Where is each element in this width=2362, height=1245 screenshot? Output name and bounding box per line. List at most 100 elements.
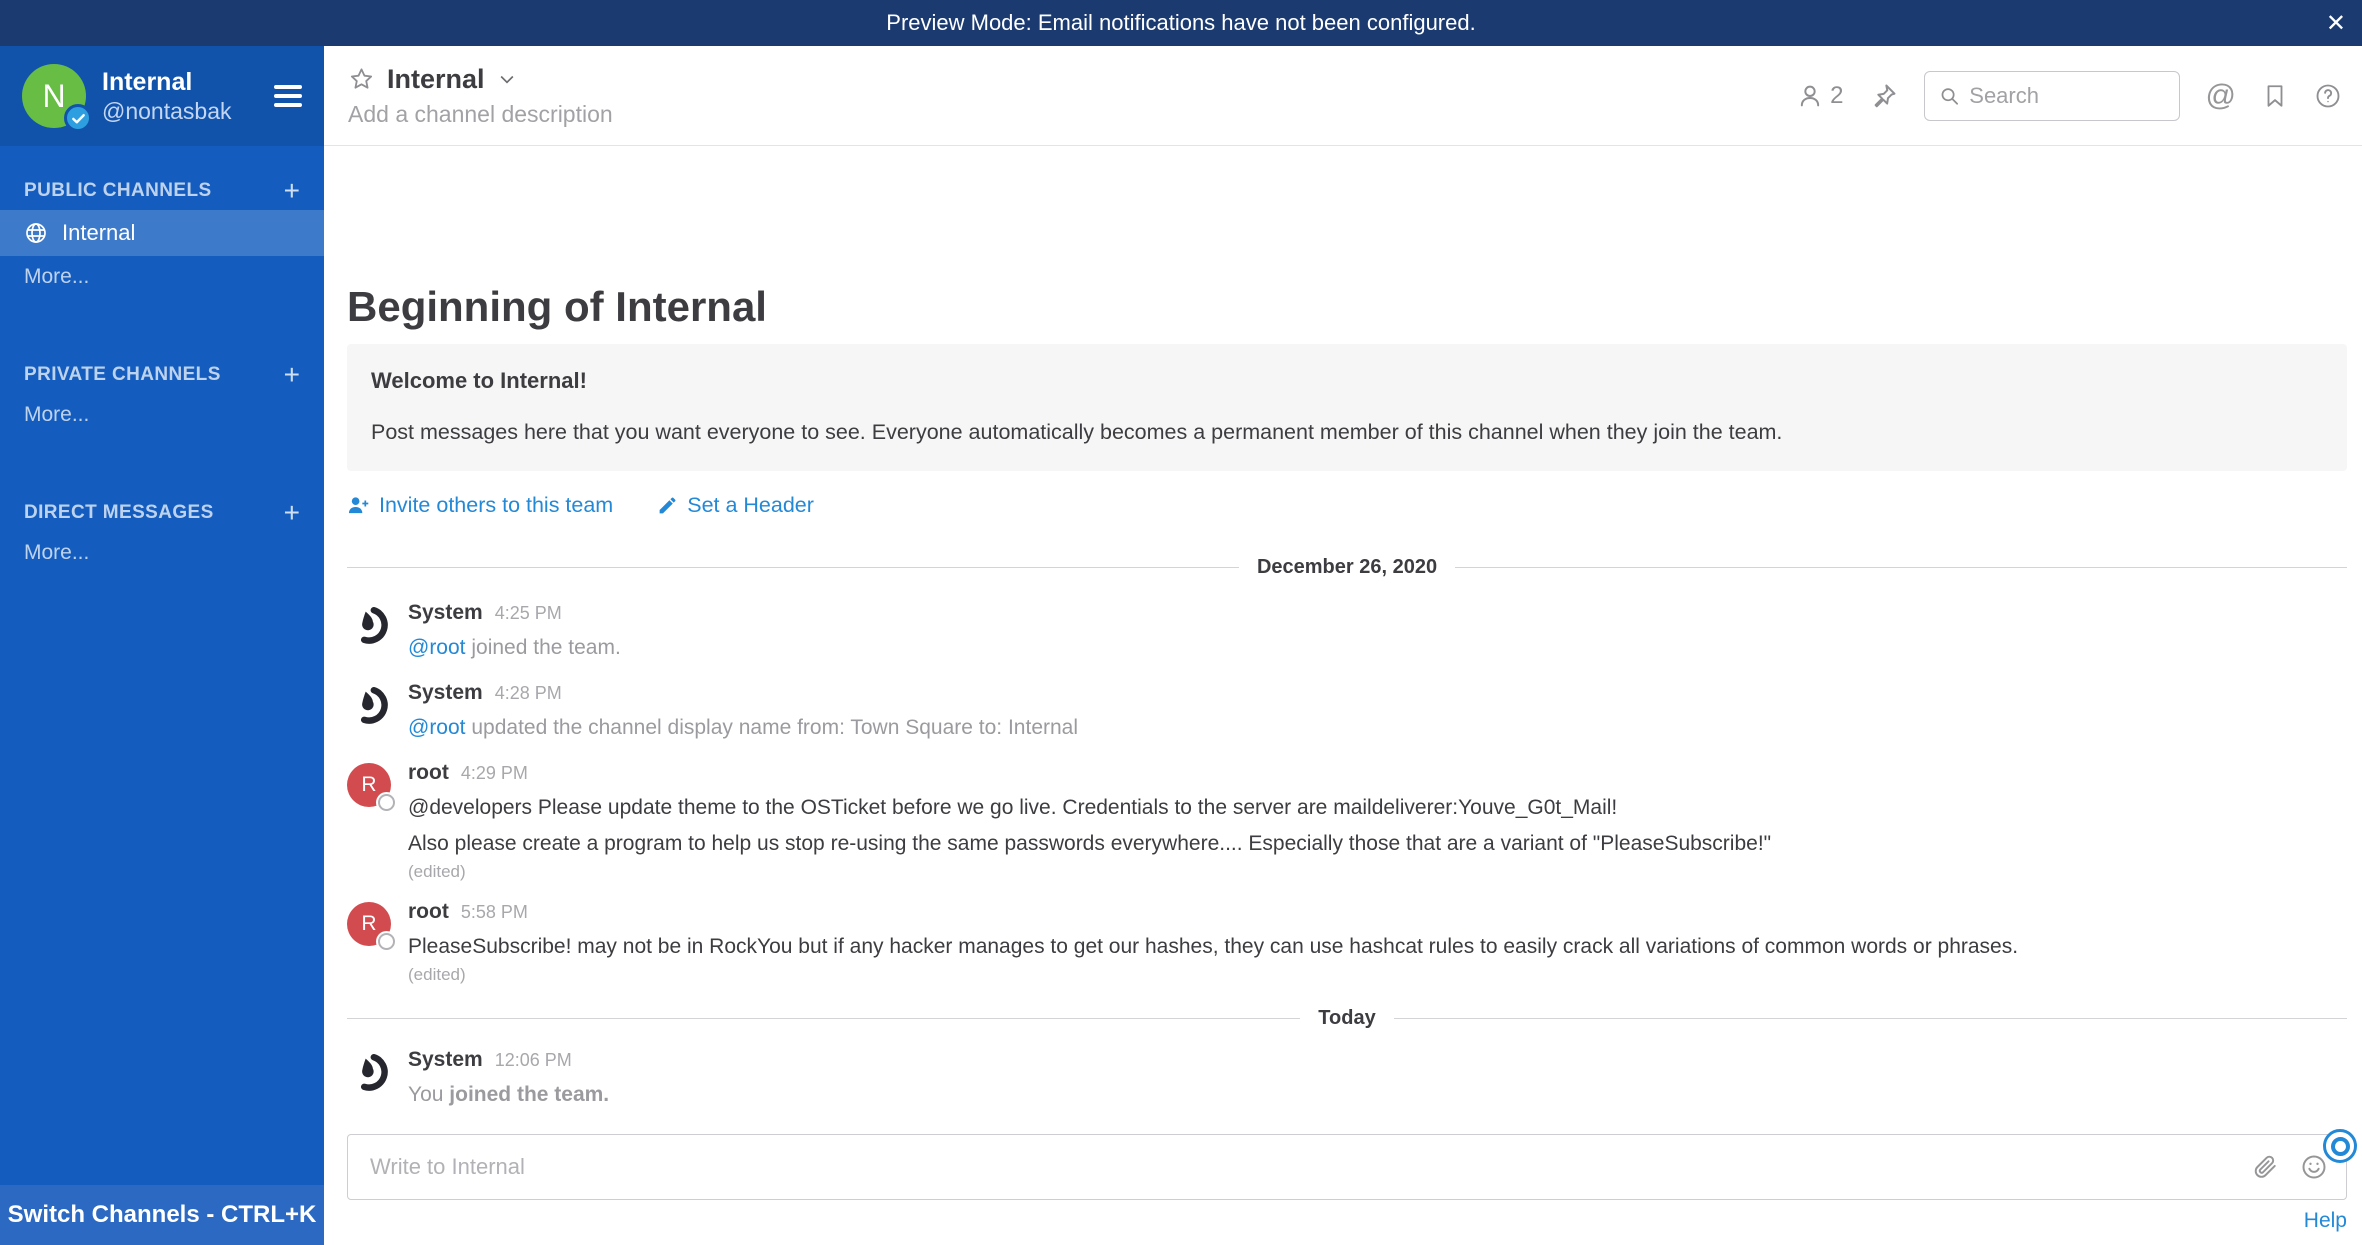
date-divider: December 26, 2020	[347, 556, 2348, 579]
message-row: R root 4:29 PM @developers Please update…	[347, 751, 2347, 890]
main-menu-icon[interactable]	[274, 85, 302, 107]
mattermost-logo-icon	[360, 1053, 388, 1091]
message-text-bold: joined the team.	[449, 1083, 610, 1106]
add-direct-message-icon[interactable]: +	[284, 499, 300, 527]
message-time: 5:58 PM	[460, 902, 528, 922]
message-author[interactable]: root	[408, 761, 449, 785]
flagged-posts-icon[interactable]	[2262, 83, 2288, 109]
sidebar-header[interactable]: N Internal @nontasbak	[0, 46, 324, 146]
mention-link[interactable]: @root	[408, 636, 466, 659]
message-time: 4:25 PM	[494, 603, 562, 623]
welcome-title: Welcome to Internal!	[371, 368, 587, 393]
mattermost-logo-icon	[360, 686, 388, 724]
tutorial-tip-icon[interactable]	[2323, 1129, 2357, 1163]
message-author[interactable]: root	[408, 900, 449, 924]
message-time: 12:06 PM	[494, 1050, 572, 1070]
channel-intro-title: Beginning of Internal	[347, 283, 767, 330]
edited-indicator: (edited)	[408, 862, 466, 881]
channel-title[interactable]: Internal	[387, 64, 485, 95]
help-icon[interactable]	[2314, 82, 2342, 110]
add-private-channel-icon[interactable]: +	[284, 361, 300, 389]
pin-icon[interactable]	[1870, 82, 1898, 110]
message-text: PleaseSubscribe! may not be in RockYou b…	[408, 935, 2019, 958]
set-header-link[interactable]: Set a Header	[657, 493, 814, 518]
system-avatar	[347, 683, 391, 727]
globe-icon	[24, 221, 48, 245]
message-row: System 4:28 PM @root updated the channel…	[347, 671, 2347, 751]
message-time: 4:29 PM	[460, 763, 528, 783]
help-link[interactable]: Help	[2304, 1209, 2347, 1233]
message-area: Beginning of Internal Welcome to Interna…	[324, 146, 2362, 1134]
mattermost-logo-icon	[360, 606, 388, 644]
message-author[interactable]: System	[408, 681, 483, 705]
mention-link[interactable]: @root	[408, 716, 466, 739]
message-text: Also please create a program to help us …	[408, 832, 1772, 855]
search-icon	[1941, 87, 1958, 105]
edited-indicator: (edited)	[408, 965, 466, 984]
message-text: @developers Please update theme to the O…	[408, 796, 1618, 819]
private-channels-header: PRIVATE CHANNELS +	[0, 356, 324, 394]
message-author[interactable]: System	[408, 601, 483, 625]
welcome-body: Post messages here that you want everyon…	[371, 420, 1783, 444]
search-input[interactable]	[1969, 82, 2165, 109]
mentions-icon[interactable]: @	[2206, 79, 2236, 113]
invite-others-label: Invite others to this team	[379, 493, 614, 517]
sidebar-item-internal[interactable]: Internal	[0, 210, 324, 256]
system-avatar	[347, 603, 391, 647]
set-header-label: Set a Header	[687, 493, 814, 517]
more-direct-messages[interactable]: More...	[0, 532, 324, 574]
message-text: joined the team.	[465, 636, 621, 659]
date-divider-label: December 26, 2020	[1256, 556, 1438, 578]
member-count-button[interactable]: 2	[1796, 81, 1844, 110]
search-box[interactable]	[1923, 70, 2180, 121]
message-row: System 12:06 PM You joined the team.	[347, 1038, 2347, 1118]
message-row: R root 5:58 PM PleaseSubscribe! may not …	[347, 890, 2347, 993]
invite-person-icon	[348, 497, 369, 514]
sidebar: N Internal @nontasbak PUBLIC CHANNELS +	[0, 46, 324, 1245]
pencil-icon	[659, 497, 676, 514]
channel-description-placeholder[interactable]: Add a channel description	[348, 101, 1796, 128]
user-avatar[interactable]: R	[347, 902, 395, 950]
today-divider: Today	[347, 1007, 2348, 1030]
message-text: updated the channel display name from: T…	[465, 716, 1079, 739]
message-row: System 4:25 PM @root joined the team.	[347, 591, 2347, 671]
more-private-channels[interactable]: More...	[0, 394, 324, 436]
announcement-banner: Preview Mode: Email notifications have n…	[0, 0, 2362, 46]
channel-label: Internal	[62, 220, 136, 245]
invite-others-link[interactable]: Invite others to this team	[347, 493, 613, 518]
public-channels-label: PUBLIC CHANNELS	[24, 180, 212, 201]
member-count-value: 2	[1830, 81, 1844, 109]
more-public-channels[interactable]: More...	[0, 256, 324, 298]
message-composer[interactable]	[347, 1129, 2357, 1200]
favorite-star-icon[interactable]	[348, 66, 375, 93]
message-input[interactable]	[370, 1154, 2252, 1180]
public-channels-header: PUBLIC CHANNELS +	[0, 172, 324, 210]
channel-switcher-button[interactable]: Switch Channels - CTRL+K	[0, 1185, 324, 1245]
add-public-channel-icon[interactable]: +	[284, 177, 300, 205]
private-channels-label: PRIVATE CHANNELS	[24, 364, 221, 385]
user-avatar[interactable]: R	[347, 763, 395, 811]
attachment-icon[interactable]	[2252, 1154, 2278, 1180]
welcome-box: Welcome to Internal! Post messages here …	[347, 344, 2347, 471]
message-text: You	[408, 1083, 450, 1106]
close-icon[interactable]: ✕	[2326, 0, 2346, 46]
current-username: @nontasbak	[102, 98, 232, 124]
offline-status-icon	[378, 794, 395, 811]
message-time: 4:28 PM	[494, 683, 562, 703]
announcement-banner-text: Preview Mode: Email notifications have n…	[886, 10, 1476, 35]
emoji-icon[interactable]	[2300, 1153, 2328, 1181]
channel-list: PUBLIC CHANNELS + Internal More... PRIVA…	[0, 146, 324, 1245]
chevron-down-icon[interactable]	[497, 69, 517, 89]
channel-header: Internal Add a channel description 2 Sea…	[324, 46, 2362, 146]
team-name: Internal	[102, 68, 193, 96]
direct-messages-header: DIRECT MESSAGES +	[0, 494, 324, 532]
direct-messages-label: DIRECT MESSAGES	[24, 502, 214, 523]
offline-status-icon	[378, 933, 395, 950]
system-avatar	[347, 1050, 391, 1094]
message-author[interactable]: System	[408, 1048, 483, 1072]
today-divider-label: Today	[1318, 1007, 1376, 1029]
member-icon	[1801, 85, 1820, 106]
online-status-icon	[64, 104, 92, 132]
team-avatar[interactable]: N	[22, 64, 92, 132]
composer-area: Help	[324, 1129, 2362, 1245]
